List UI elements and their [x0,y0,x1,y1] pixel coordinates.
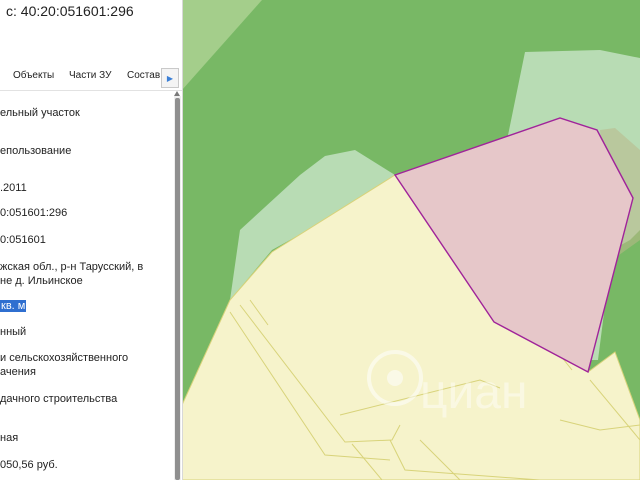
tab-composition[interactable]: Состав [127,70,160,81]
tab-bar: Объекты Части ЗУ Состав ▶ [0,62,182,91]
field-address: жская обл., р-н Тарусский, в не д. Ильин… [0,261,144,287]
field-land-category: и сельскохозяйственного ачения [0,352,129,378]
page-title: с: 40:20:051601:296 [6,3,134,19]
tab-objects[interactable]: Объекты [13,70,54,81]
watermark-text: циан [420,366,528,419]
field-cadastral-number: 0:051601:296 [0,207,68,219]
scroll-up-icon[interactable] [174,91,180,96]
field-date: .2011 [0,182,27,194]
field-cadastral-value: 050,56 руб. [0,459,58,471]
area-value-selected: кв. м [0,300,27,312]
field-category: ельный участок [0,107,80,119]
scrollbar-thumb[interactable] [175,98,180,480]
chevron-right-icon[interactable]: ▶ [161,68,179,88]
tab-parts[interactable]: Части ЗУ [69,70,111,81]
field-cadastral-quarter: 0:051601 [0,234,46,246]
field-permitted-use: дачного строительства [0,393,118,405]
field-use: епользование [0,145,72,157]
field-area: кв. м [0,299,27,313]
info-panel: с: 40:20:051601:296 Объекты Части ЗУ Сос… [0,0,183,480]
field-status: нный [0,326,27,338]
field-ownership: ная [0,432,19,444]
